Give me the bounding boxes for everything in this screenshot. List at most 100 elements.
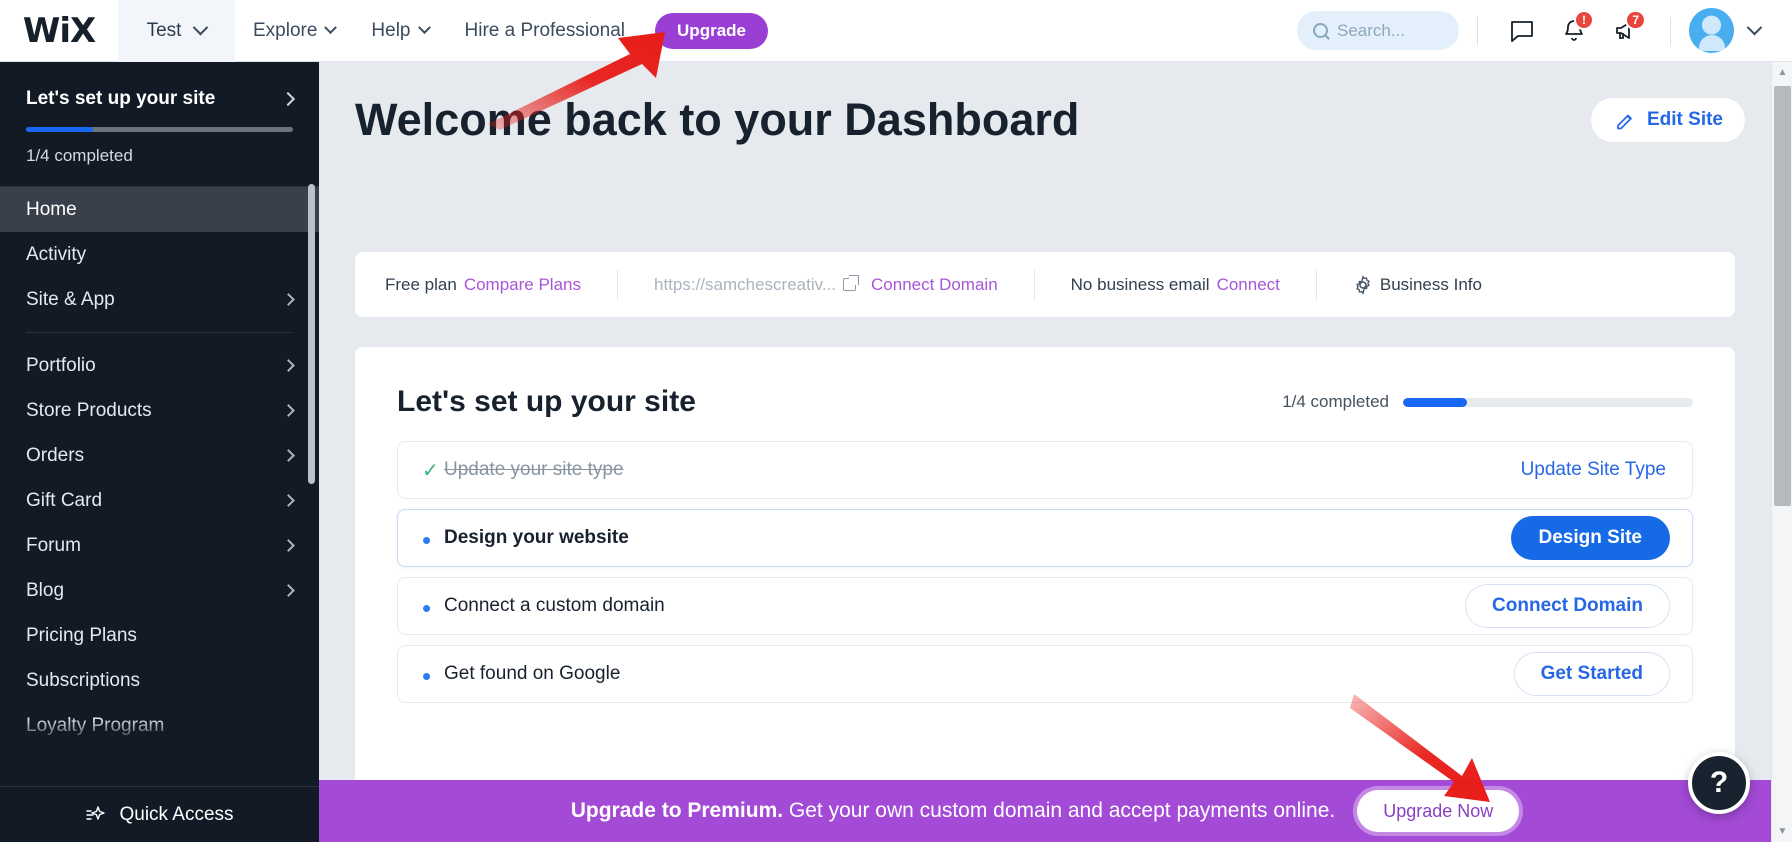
sidebar-nav-list: Home Activity Site & App Portfolio Store… xyxy=(0,187,319,748)
get-started-button[interactable]: Get Started xyxy=(1513,652,1670,696)
setup-card-progress-bar xyxy=(1403,397,1693,407)
divider xyxy=(1033,269,1035,300)
sidebar-item-site-and-app[interactable]: Site & App xyxy=(0,277,319,322)
setup-card: Let's set up your site 1/4 completed ✓ U… xyxy=(355,347,1735,797)
chevron-down-icon xyxy=(417,21,431,35)
nav-help[interactable]: Help xyxy=(353,0,446,62)
scroll-up-arrow-icon[interactable]: ▲ xyxy=(1772,62,1792,83)
gear-icon xyxy=(1356,275,1370,294)
design-site-button[interactable]: Design Site xyxy=(1510,516,1670,560)
pencil-icon xyxy=(1617,114,1632,129)
divider xyxy=(1315,269,1317,300)
sidebar-item-store-products[interactable]: Store Products xyxy=(0,388,319,433)
plan-segment: Free plan Compare Plans xyxy=(385,275,581,295)
upgrade-button[interactable]: Upgrade xyxy=(655,12,768,49)
task-row[interactable]: • Get found on Google Get Started xyxy=(397,645,1693,703)
chevron-down-icon xyxy=(1746,19,1762,36)
divider xyxy=(1477,16,1478,45)
wix-logo[interactable]: WiX xyxy=(0,0,118,62)
main-scrollbar[interactable]: ▲ ▼ xyxy=(1771,62,1792,842)
sidebar-item-label: Loyalty Program xyxy=(26,714,165,736)
sidebar-item-label: Gift Card xyxy=(26,489,103,511)
upgrade-now-button[interactable]: Upgrade Now xyxy=(1357,790,1520,832)
nav-hire-a-professional[interactable]: Hire a Professional xyxy=(447,0,644,62)
sidebar-item-label: Forum xyxy=(26,534,81,556)
update-site-type-link[interactable]: Update Site Type xyxy=(1521,459,1670,481)
notifications-badge: ! xyxy=(1574,9,1594,30)
divider xyxy=(617,269,618,300)
edit-site-label: Edit Site xyxy=(1646,109,1723,130)
connect-domain-button[interactable]: Connect Domain xyxy=(1465,584,1670,628)
search-icon xyxy=(1313,23,1328,38)
page-title: Welcome back to your Dashboard xyxy=(355,94,1080,145)
sidebar-item-subscriptions[interactable]: Subscriptions xyxy=(0,658,319,703)
account-menu-button[interactable] xyxy=(1734,0,1774,62)
chevron-right-icon xyxy=(282,494,295,507)
plan-label: Free plan xyxy=(385,274,457,294)
sidebar-item-forum[interactable]: Forum xyxy=(0,523,319,568)
sidebar-item-activity[interactable]: Activity xyxy=(0,232,319,277)
sidebar-progress-bar xyxy=(26,127,293,132)
sidebar: Let's set up your site 1/4 completed Hom… xyxy=(0,62,319,842)
sidebar-progress-label: 1/4 completed xyxy=(26,146,133,165)
sidebar-item-label: Portfolio xyxy=(26,354,96,376)
site-url-text: https://samchescreativ... xyxy=(654,274,837,294)
sparkle-star-icon xyxy=(86,805,106,820)
connect-email-link[interactable]: Connect xyxy=(1217,275,1280,295)
business-info-label: Business Info xyxy=(1379,274,1482,294)
nav-help-label: Help xyxy=(371,19,411,41)
quick-access-label: Quick Access xyxy=(119,803,234,825)
quick-access-button[interactable]: Quick Access xyxy=(0,786,319,842)
email-segment: No business email Connect xyxy=(1071,275,1280,295)
sidebar-scrollbar[interactable] xyxy=(308,184,315,484)
sidebar-item-loyalty-program[interactable]: Loyalty Program xyxy=(0,703,319,748)
task-label: Update your site type xyxy=(444,459,624,480)
announcements-button[interactable]: 7 xyxy=(1600,0,1652,62)
task-row[interactable]: ✓ Update your site type Update Site Type xyxy=(397,441,1693,499)
sidebar-item-label: Activity xyxy=(26,243,87,265)
help-button[interactable]: ? xyxy=(1688,752,1750,814)
sidebar-item-portfolio[interactable]: Portfolio xyxy=(0,343,319,388)
nav-hire-label: Hire a Professional xyxy=(464,19,626,41)
chevron-down-icon xyxy=(193,19,209,36)
avatar[interactable] xyxy=(1689,8,1734,53)
chevron-right-icon xyxy=(280,91,296,107)
task-row[interactable]: • Connect a custom domain Connect Domain xyxy=(397,577,1693,635)
notifications-button[interactable]: ! xyxy=(1548,0,1600,62)
site-selector-label: Test xyxy=(146,19,182,41)
wix-dashboard: WiX Test Explore Help Hire a Professiona… xyxy=(0,0,1792,842)
sidebar-item-blog[interactable]: Blog xyxy=(0,568,319,613)
sidebar-item-gift-card[interactable]: Gift Card xyxy=(0,478,319,523)
sidebar-setup-widget[interactable]: Let's set up your site 1/4 completed xyxy=(0,62,319,186)
site-info-bar: Free plan Compare Plans https://samchesc… xyxy=(355,252,1735,317)
chevron-right-icon xyxy=(282,584,295,597)
scroll-down-arrow-icon[interactable]: ▼ xyxy=(1772,821,1792,842)
task-row[interactable]: • Design your website Design Site xyxy=(397,509,1693,567)
chat-button[interactable] xyxy=(1496,0,1548,62)
chevron-right-icon xyxy=(282,293,295,306)
banner-text: Upgrade to Premium. Get your own custom … xyxy=(571,799,1336,823)
main-content: Welcome back to your Dashboard ••• Edit … xyxy=(319,62,1771,842)
compare-plans-link[interactable]: Compare Plans xyxy=(464,275,581,295)
sidebar-item-pricing-plans[interactable]: Pricing Plans xyxy=(0,613,319,658)
connect-domain-link[interactable]: Connect Domain xyxy=(871,275,998,295)
external-link-icon[interactable] xyxy=(843,275,860,291)
check-icon: ✓ xyxy=(422,459,439,482)
edit-site-button[interactable]: Edit Site xyxy=(1592,98,1745,142)
chevron-right-icon xyxy=(282,539,295,552)
sidebar-item-home[interactable]: Home xyxy=(0,187,319,232)
sidebar-setup-header[interactable]: Let's set up your site xyxy=(26,88,296,110)
chevron-down-icon xyxy=(324,21,338,35)
sidebar-item-label: Subscriptions xyxy=(26,669,141,691)
search-input[interactable]: Search... xyxy=(1297,11,1459,50)
site-selector[interactable]: Test xyxy=(118,0,235,62)
divider xyxy=(26,332,293,333)
setup-card-progress-label: 1/4 completed xyxy=(1282,392,1389,411)
nav-explore[interactable]: Explore xyxy=(235,0,353,62)
task-label: Connect a custom domain xyxy=(444,595,665,616)
sidebar-item-orders[interactable]: Orders xyxy=(0,433,319,478)
scrollbar-thumb[interactable] xyxy=(1774,86,1791,506)
sidebar-item-label: Site & App xyxy=(26,288,115,310)
chevron-right-icon xyxy=(282,449,295,462)
business-info-segment[interactable]: Business Info xyxy=(1353,275,1482,295)
